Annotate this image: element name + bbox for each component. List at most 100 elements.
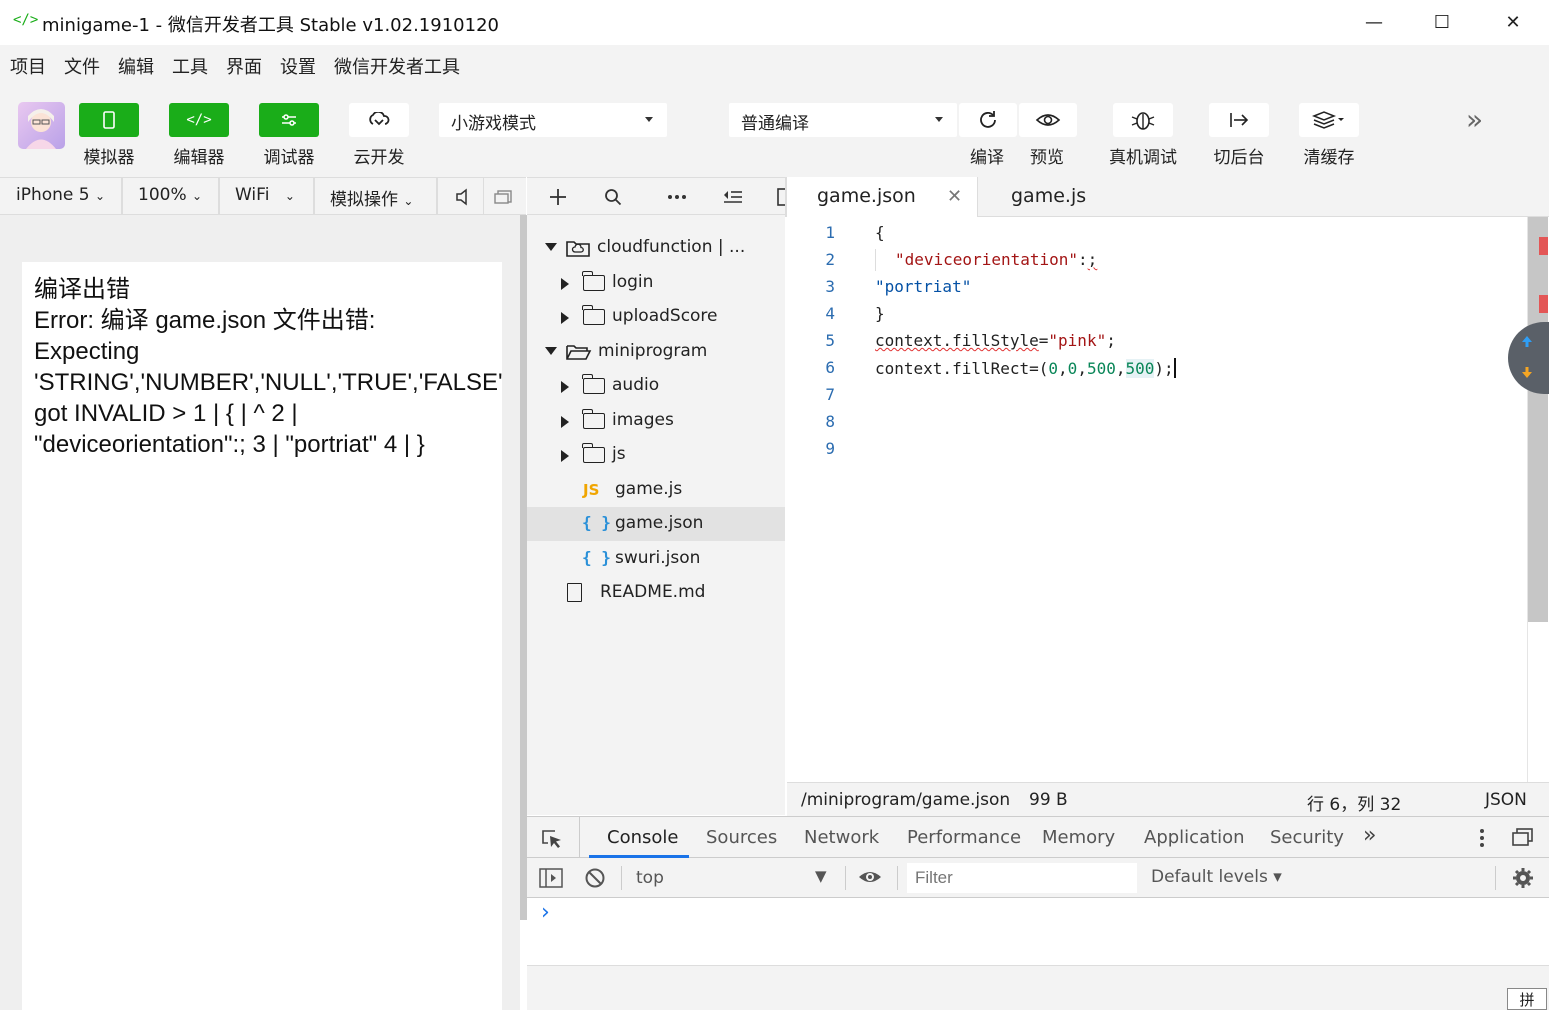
log-levels-select[interactable]: Default levels ▾ xyxy=(1151,867,1282,887)
code-token: "pink" xyxy=(1048,331,1107,350)
tree-item-swuri-json[interactable]: { } swuri.json xyxy=(527,542,785,576)
panel-layout-icon[interactable] xyxy=(777,188,785,206)
tree-item-readme[interactable]: README.md xyxy=(527,576,785,610)
phone-icon xyxy=(103,111,115,129)
context-select[interactable]: top ▼ xyxy=(629,862,839,894)
code-token: context.fillRect=( xyxy=(875,359,1049,378)
background-button[interactable] xyxy=(1209,103,1269,137)
add-icon[interactable] xyxy=(549,188,567,206)
code-token: ; xyxy=(1106,331,1116,350)
simulator-scrollbar[interactable] xyxy=(520,215,527,920)
language-mode[interactable]: JSON xyxy=(1485,790,1527,810)
kebab-menu-icon[interactable] xyxy=(1479,828,1485,848)
user-avatar[interactable] xyxy=(18,102,65,149)
minimize-button[interactable]: — xyxy=(1354,8,1394,36)
tree-item-game-js[interactable]: JS game.js xyxy=(527,473,785,507)
clear-console-icon[interactable] xyxy=(584,867,606,889)
tree-item-label: images xyxy=(612,410,674,430)
tree-item-label: cloudfunction | ... xyxy=(597,237,746,257)
divider xyxy=(483,178,484,216)
tab-sources[interactable]: Sources xyxy=(706,827,777,848)
code-line-4: } xyxy=(875,304,885,323)
more-options-icon[interactable] xyxy=(667,194,687,200)
main-toolbar: 模拟器 </> 编辑器 调试器 云开发 小游戏模式 普通编译 编译 预览 真机调… xyxy=(0,85,1549,224)
close-tab-icon[interactable]: ✕ xyxy=(947,186,962,207)
menu-settings[interactable]: 设置 xyxy=(280,53,316,79)
console-filter-input[interactable] xyxy=(907,863,1137,893)
tab-console[interactable]: Console xyxy=(607,827,678,848)
detach-window-icon[interactable] xyxy=(493,189,513,205)
remote-debug-button[interactable] xyxy=(1113,103,1173,137)
scroll-thumb[interactable] xyxy=(1528,217,1548,622)
menu-file[interactable]: 文件 xyxy=(64,53,100,79)
code-icon: </> xyxy=(186,112,212,128)
tab-game-js[interactable]: game.js xyxy=(981,177,1141,217)
layers-icon xyxy=(1312,111,1344,129)
toolbar-more-icon[interactable]: » xyxy=(1466,103,1483,136)
maximize-button[interactable]: ☐ xyxy=(1422,8,1462,36)
sim-operation-value: 模拟操作 xyxy=(330,190,398,210)
close-window-button[interactable]: ✕ xyxy=(1493,8,1533,36)
inspect-element-icon[interactable] xyxy=(541,828,563,850)
menu-tools[interactable]: 工具 xyxy=(172,53,208,79)
editor-scrollbar[interactable] xyxy=(1527,217,1549,782)
cloud-dev-button[interactable] xyxy=(349,103,409,137)
folder-icon xyxy=(582,374,605,394)
code-token: 500 xyxy=(1086,359,1116,378)
tree-item-game-json[interactable]: { } game.json xyxy=(527,507,785,541)
clear-cache-button[interactable] xyxy=(1299,103,1359,137)
compile-mode-select[interactable]: 普通编译 xyxy=(729,103,957,137)
settings-gear-icon[interactable] xyxy=(1512,867,1534,889)
arrow-up-down-icon xyxy=(1522,336,1532,378)
menu-edit[interactable]: 编辑 xyxy=(118,53,154,79)
tree-item-audio[interactable]: audio xyxy=(527,369,785,403)
preview-button[interactable] xyxy=(1019,103,1077,137)
tab-application[interactable]: Application xyxy=(1144,827,1245,848)
tab-network[interactable]: Network xyxy=(804,827,879,848)
mute-icon[interactable] xyxy=(455,188,471,206)
simulator-label: 模拟器 xyxy=(83,148,135,168)
chevron-down-icon: ⌄ xyxy=(192,189,203,203)
tree-item-login[interactable]: login xyxy=(527,266,785,300)
tab-performance[interactable]: Performance xyxy=(907,827,1021,848)
zoom-select[interactable]: 100% ⌄ xyxy=(138,185,202,205)
search-icon[interactable] xyxy=(604,188,622,206)
more-tabs-icon[interactable]: » xyxy=(1363,823,1376,848)
debugger-button[interactable] xyxy=(259,103,319,137)
tab-memory[interactable]: Memory xyxy=(1042,827,1115,848)
code-editor[interactable]: 1 2 3 4 5 6 7 8 9 { "deviceorientation":… xyxy=(787,217,1527,782)
menu-project[interactable]: 项目 xyxy=(10,53,46,79)
compile-button[interactable] xyxy=(959,103,1017,137)
mode-select[interactable]: 小游戏模式 xyxy=(439,103,667,137)
tree-item-uploadscore[interactable]: uploadScore xyxy=(527,300,785,334)
menu-view[interactable]: 界面 xyxy=(226,53,262,79)
collapse-all-icon[interactable] xyxy=(723,189,743,205)
dock-icon[interactable] xyxy=(1512,828,1534,846)
error-marker xyxy=(1539,237,1548,255)
tree-item-js[interactable]: js xyxy=(527,438,785,472)
tab-game-json[interactable]: game.json ✕ xyxy=(785,177,978,217)
cursor-position[interactable]: 行 6，列 32 xyxy=(1307,790,1401,815)
tree-item-images[interactable]: images xyxy=(527,404,785,438)
code-token: 0 xyxy=(1048,359,1059,378)
tab-security[interactable]: Security xyxy=(1270,827,1344,848)
title-bar: </> minigame-1 - 微信开发者工具 Stable v1.02.19… xyxy=(0,0,1549,45)
json-file-icon: { } xyxy=(582,513,611,532)
live-expression-eye-icon[interactable] xyxy=(857,868,883,886)
sliders-icon xyxy=(282,114,296,126)
simulator-button[interactable] xyxy=(79,103,139,137)
network-select[interactable]: WiFi ⌄ xyxy=(235,185,295,205)
remote-debug-label: 真机调试 xyxy=(1109,148,1177,168)
ime-indicator[interactable]: 拼 xyxy=(1507,988,1547,1010)
sim-operation-select[interactable]: 模拟操作 ⌄ xyxy=(330,185,413,210)
simulator-screen[interactable]: 编译出错 Error: 编译 game.json 文件出错: Expecting… xyxy=(22,262,503,1010)
code-token: : xyxy=(1078,250,1088,269)
menu-wechat-devtools[interactable]: 微信开发者工具 xyxy=(334,53,460,79)
editor-button[interactable]: </> xyxy=(169,103,229,137)
tree-item-cloudfunction[interactable]: cloudfunction | ... xyxy=(527,231,785,265)
device-select[interactable]: iPhone 5 ⌄ xyxy=(16,185,105,205)
sidebar-toggle-icon[interactable] xyxy=(539,868,563,888)
tree-item-miniprogram[interactable]: miniprogram xyxy=(527,335,785,369)
console-output[interactable]: › xyxy=(527,898,1549,966)
code-line-6: context.fillRect=(0,0,500,500); xyxy=(875,358,1176,378)
